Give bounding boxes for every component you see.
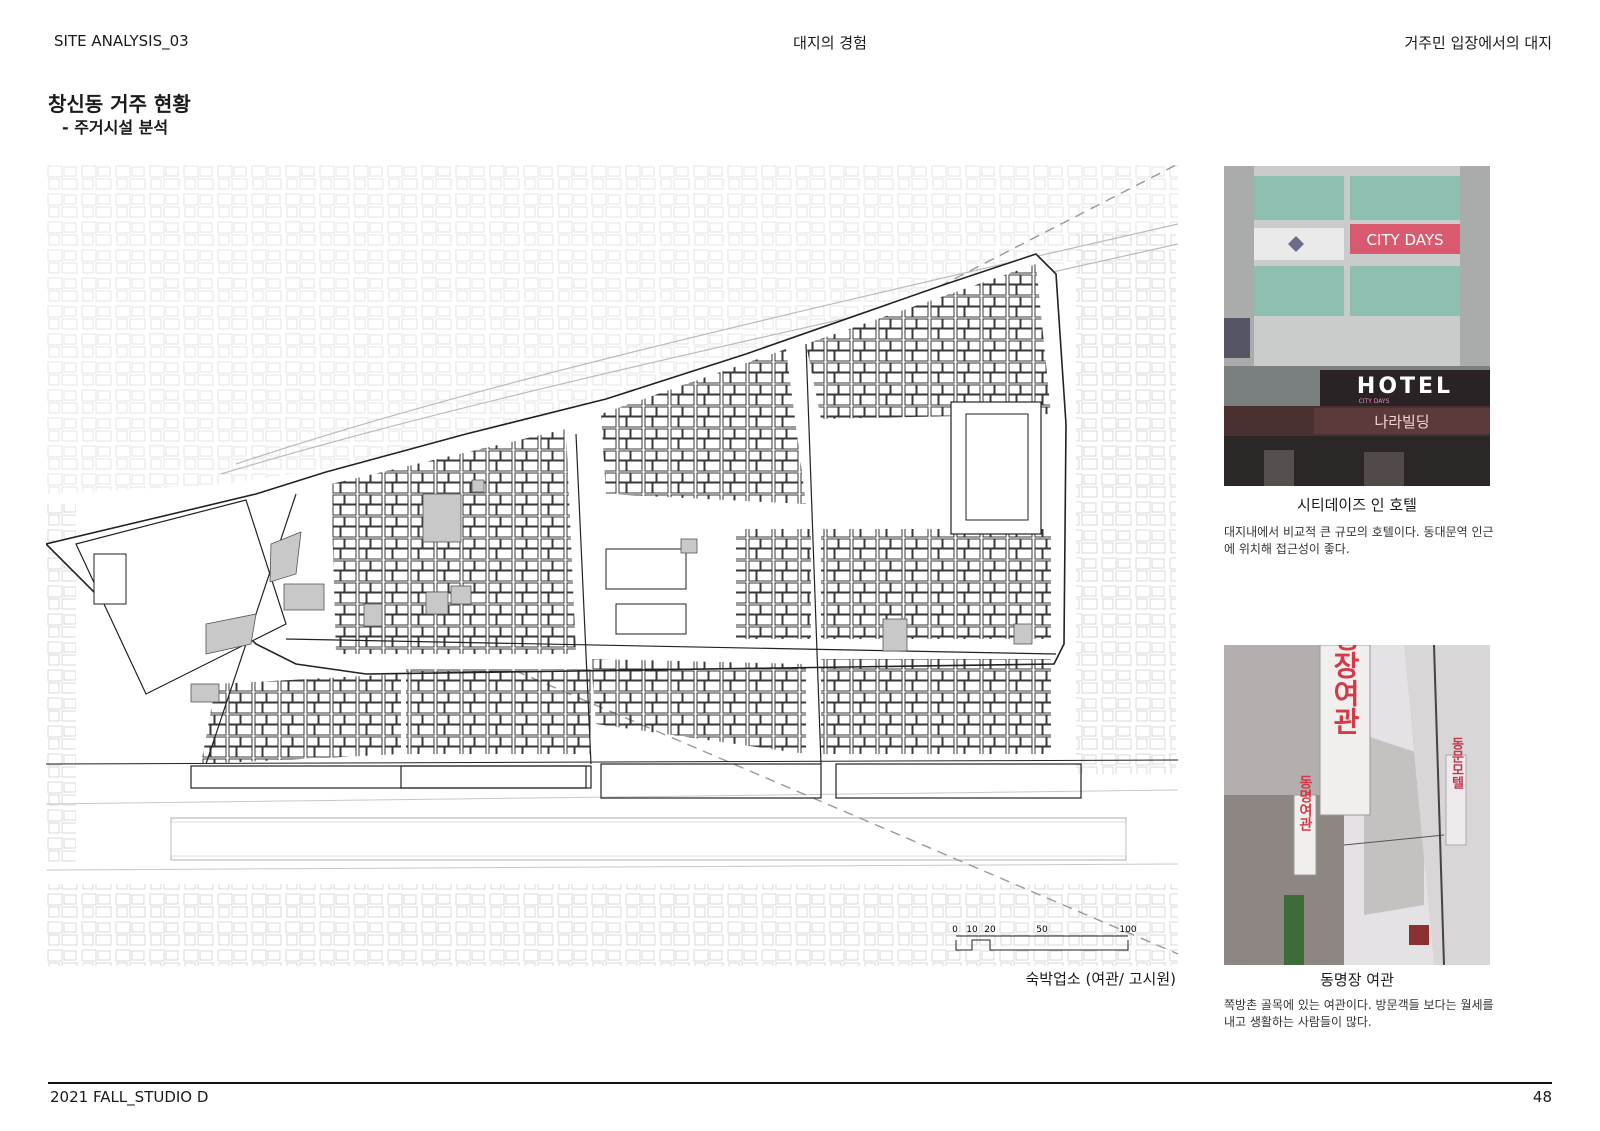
header-section-subtitle: 거주민 입장에서의 대지 xyxy=(1404,34,1552,52)
site-map: 0 10 20 50 100 xyxy=(46,164,1178,966)
page-subtitle: - 주거시설 분석 xyxy=(62,118,169,137)
hotel-description: 대지내에서 비교적 큰 규모의 호텔이다. 동대문역 인근에 위치해 접근성이 … xyxy=(1224,525,1494,556)
sign-hotel: HOTEL xyxy=(1357,374,1453,399)
footer-rule xyxy=(48,1082,1552,1084)
scale-label-20: 20 xyxy=(984,925,996,935)
map-legend: 숙박업소 (여관/ 고시원) xyxy=(1025,970,1177,988)
sign-city-days-top: CITY DAYS xyxy=(1366,231,1443,249)
inn-description: 쪽방촌 골목에 있는 여관이다. 방문객들 보다는 월세를 내고 생활하는 사람… xyxy=(1224,998,1494,1029)
page-number: 48 xyxy=(1532,1088,1552,1106)
hotel-photo: CITY DAYS HOTEL CITY DAYS 나라빌딩 xyxy=(1224,166,1490,486)
page-title: 창신동 거주 현황 xyxy=(48,92,191,116)
inn-photo: 동명장여관 동명여관 동문모텔 xyxy=(1224,645,1490,965)
scale-label-0: 0 xyxy=(952,925,958,935)
sign-right: 동문모텔 xyxy=(1449,737,1464,790)
sign-small: 동명여관 xyxy=(1297,775,1313,832)
sign-big: 동명장여관 xyxy=(1329,645,1362,735)
sign-building: 나라빌딩 xyxy=(1374,413,1429,431)
header-section-title: 대지의 경험 xyxy=(793,34,867,52)
scale-label-50: 50 xyxy=(1036,925,1048,935)
scale-label-10: 10 xyxy=(966,925,978,935)
hotel-caption: 시티데이즈 인 호텔 xyxy=(1297,496,1417,514)
sign-city-days-band: CITY DAYS xyxy=(1359,398,1390,405)
scale-label-100: 100 xyxy=(1119,925,1136,935)
footer-studio: 2021 FALL_STUDIO D xyxy=(50,1088,209,1106)
inn-caption: 동명장 여관 xyxy=(1320,971,1394,989)
